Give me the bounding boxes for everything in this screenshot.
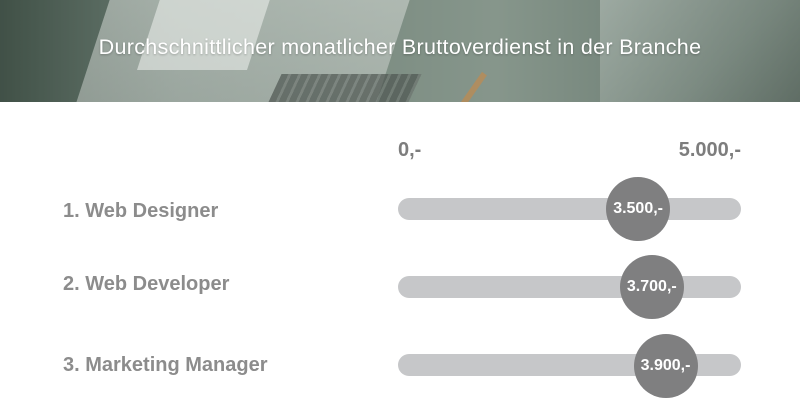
salary-knob: 3.700,- bbox=[619, 255, 684, 319]
axis-max-label: 5.000,- bbox=[678, 139, 741, 161]
category-label: 3. Marketing Manager bbox=[63, 354, 268, 376]
chart-row: 2. Web Developer 3.700,- bbox=[0, 254, 800, 319]
salary-track bbox=[398, 198, 741, 220]
page-title: Durchschnittlicher monatlicher Bruttover… bbox=[98, 35, 702, 59]
category-label: 2. Web Developer bbox=[63, 273, 230, 295]
value-label: 3.700,- bbox=[626, 278, 677, 295]
value-label: 3.500,- bbox=[613, 200, 663, 217]
category-label: 1. Web Designer bbox=[63, 200, 219, 222]
salary-knob: 3.500,- bbox=[606, 177, 671, 241]
banner-keyboard-image bbox=[268, 74, 422, 102]
salary-knob: 3.900,- bbox=[633, 334, 698, 398]
value-label: 3.900,- bbox=[640, 357, 691, 374]
header-banner: Durchschnittlicher monatlicher Bruttover… bbox=[0, 0, 800, 102]
salary-track bbox=[398, 276, 741, 298]
axis-min-label: 0,- bbox=[398, 139, 422, 161]
chart-row: 1. Web Designer 3.500,- bbox=[0, 177, 800, 241]
chart-row: 3. Marketing Manager 3.900,- bbox=[0, 334, 800, 398]
